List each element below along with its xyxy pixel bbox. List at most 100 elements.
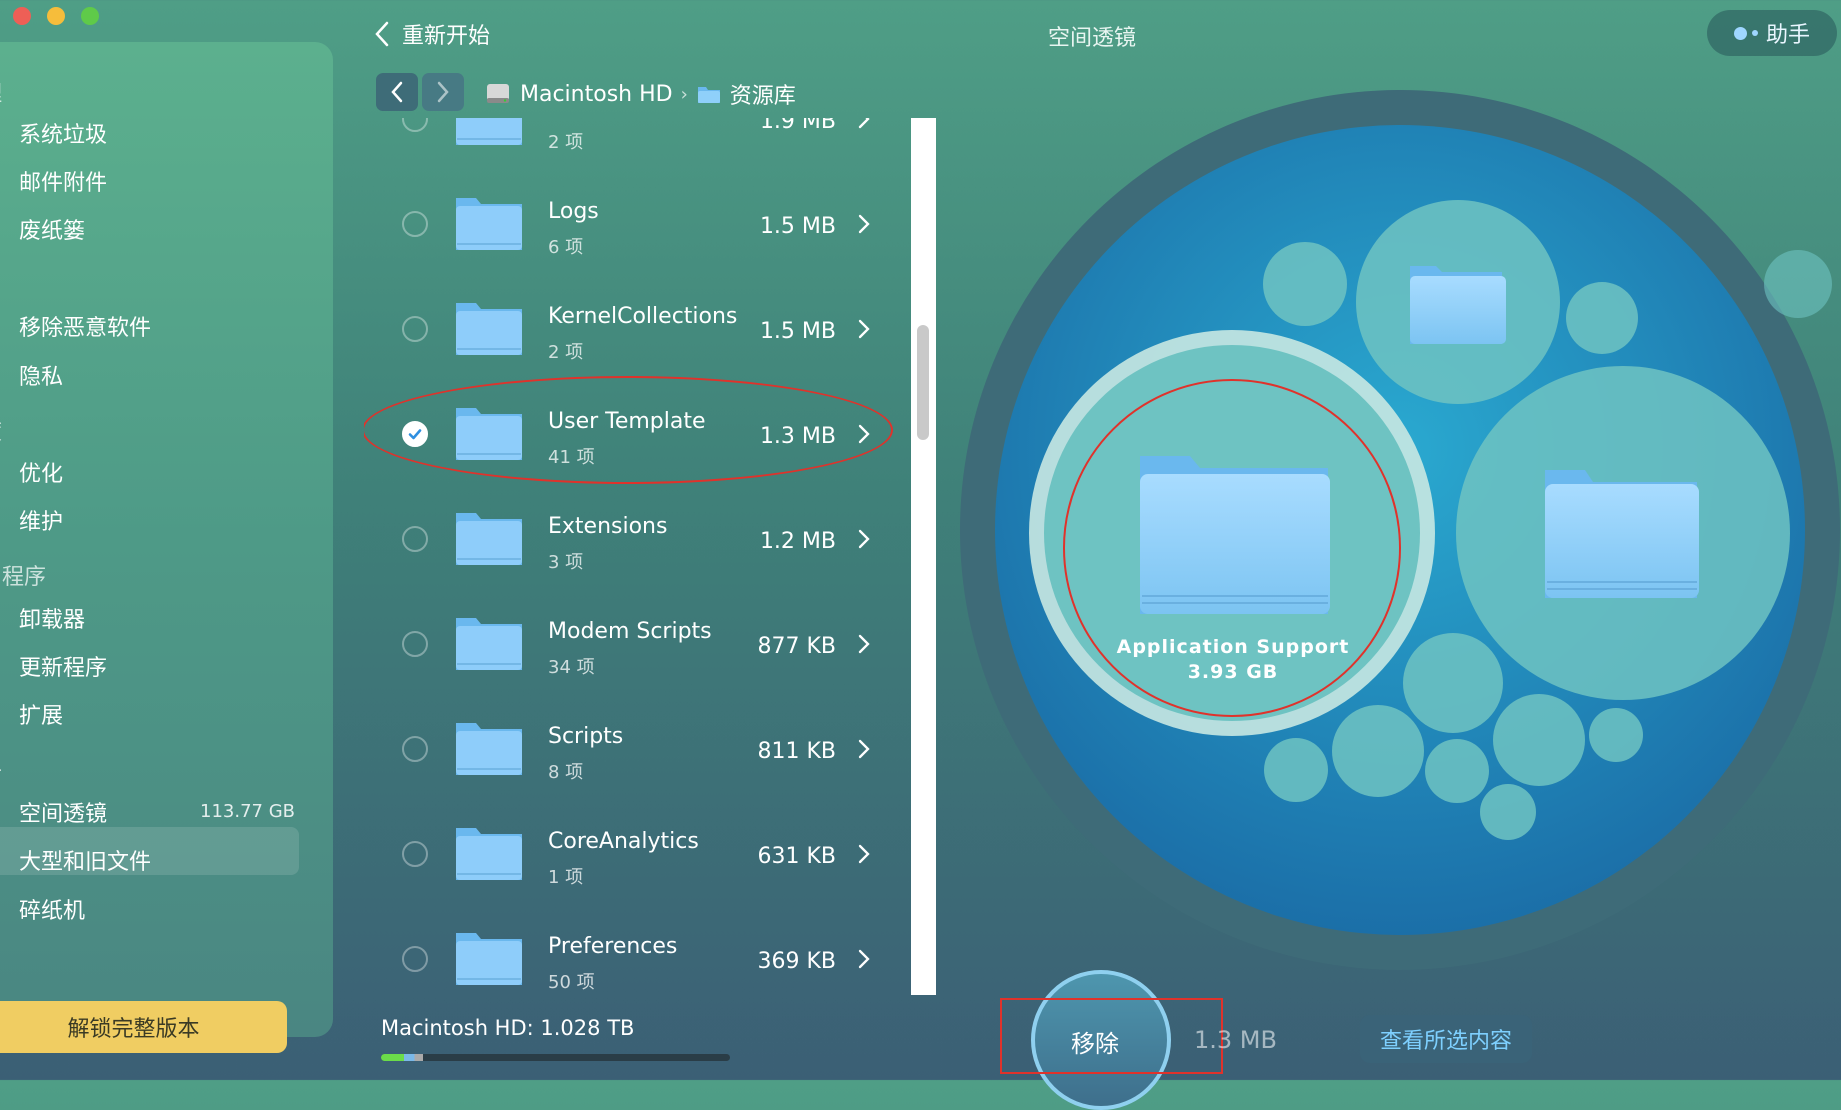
disk-usage-bar bbox=[381, 1054, 730, 1061]
item-count: 50 项 bbox=[548, 972, 595, 993]
file-name: CoreAnalytics bbox=[548, 829, 699, 854]
sidebar-item-trash[interactable]: 废纸篓 bbox=[19, 213, 85, 245]
folder-icon bbox=[1545, 470, 1699, 598]
select-checkbox[interactable] bbox=[402, 840, 428, 867]
assistant-label: 助手 bbox=[1765, 23, 1810, 48]
sidebar-section-header: 用程序 bbox=[0, 565, 47, 590]
nav-forward-button[interactable] bbox=[422, 73, 464, 111]
window-title: 空间透镜 bbox=[1048, 26, 1137, 51]
file-name: Extensions bbox=[548, 514, 668, 539]
file-row[interactable]: KernelCollections 2 项 1.5 MB bbox=[364, 276, 936, 381]
small-bubble[interactable] bbox=[1764, 250, 1832, 318]
chevron-left-icon bbox=[375, 21, 389, 47]
file-row[interactable]: CoreAnalytics 1 项 631 KB bbox=[364, 801, 936, 906]
item-count: 34 项 bbox=[548, 657, 595, 678]
small-bubble[interactable] bbox=[1566, 282, 1638, 354]
chevron-right-icon[interactable] bbox=[858, 319, 870, 343]
small-bubble[interactable] bbox=[1263, 242, 1347, 326]
sidebar-item-extensions[interactable]: 扩展 bbox=[19, 698, 63, 730]
folder-icon bbox=[454, 929, 524, 987]
item-count: 3 项 bbox=[548, 552, 584, 573]
sidebar-item-maintenance[interactable]: 维护 bbox=[19, 504, 63, 536]
sidebar-item-shredder[interactable]: 碎纸机 bbox=[19, 893, 85, 925]
chevron-right-icon[interactable] bbox=[858, 634, 870, 658]
breadcrumb-folder[interactable]: 资源库 bbox=[730, 78, 796, 110]
breadcrumb-disk[interactable]: Macintosh HD bbox=[520, 82, 673, 107]
small-bubble[interactable] bbox=[1425, 739, 1489, 803]
small-bubble[interactable] bbox=[1480, 784, 1536, 840]
file-size: 369 KB bbox=[757, 949, 836, 974]
chevron-right-icon[interactable] bbox=[858, 118, 870, 133]
folder-icon bbox=[454, 118, 524, 147]
application-support-size: 3.93 GB bbox=[1188, 661, 1279, 683]
chevron-right-icon[interactable] bbox=[858, 844, 870, 868]
chevron-right-icon[interactable] bbox=[858, 949, 870, 973]
file-row[interactable]: Scripts 8 项 811 KB bbox=[364, 696, 936, 801]
small-bubble[interactable] bbox=[1493, 694, 1585, 786]
start-over-label: 重新开始 bbox=[402, 24, 491, 49]
disk-usage-fill bbox=[381, 1054, 423, 1061]
file-size: 811 KB bbox=[757, 739, 836, 764]
folder-icon bbox=[454, 299, 524, 357]
sidebar-item-uninstaller[interactable]: 卸载器 bbox=[19, 602, 85, 634]
sidebar-item-space-lens[interactable]: 空间透镜 bbox=[19, 796, 107, 828]
folder-icon bbox=[454, 614, 524, 672]
select-checkbox[interactable] bbox=[402, 315, 428, 342]
file-size: 1.2 MB bbox=[759, 529, 836, 554]
file-size: 631 KB bbox=[757, 844, 836, 869]
hard-drive-icon bbox=[487, 84, 509, 103]
nav-back-button[interactable] bbox=[376, 73, 418, 111]
select-checkbox[interactable] bbox=[402, 525, 428, 552]
folder-icon bbox=[454, 194, 524, 252]
chevron-right-icon[interactable] bbox=[858, 214, 870, 238]
chevron-right-icon bbox=[437, 81, 449, 103]
annotation-box bbox=[1000, 998, 1223, 1074]
sidebar-section-header: 户 bbox=[0, 267, 2, 299]
item-count: 2 项 bbox=[548, 132, 584, 153]
minimize-window-button[interactable] bbox=[47, 7, 65, 25]
file-size: 1.5 MB bbox=[759, 214, 836, 239]
select-checkbox[interactable] bbox=[402, 630, 428, 657]
chevron-right-icon[interactable] bbox=[858, 739, 870, 763]
file-row[interactable]: Modem Scripts 34 项 877 KB bbox=[364, 591, 936, 696]
file-name: Preferences bbox=[548, 934, 678, 959]
breadcrumb-separator: › bbox=[680, 83, 688, 105]
small-bubble[interactable] bbox=[1403, 633, 1503, 733]
assistant-button[interactable]: 助手 bbox=[1707, 10, 1837, 56]
folder-icon bbox=[454, 719, 524, 777]
sidebar-item-large-old-files[interactable]: 大型和旧文件 bbox=[19, 844, 151, 876]
file-row[interactable]: Ruby 2 项 1.9 MB bbox=[364, 118, 936, 171]
sidebar-item-optimization[interactable]: 优化 bbox=[19, 456, 63, 488]
folder-icon bbox=[454, 824, 524, 882]
view-selected-button[interactable]: 查看所选内容 bbox=[1360, 1015, 1532, 1063]
small-bubble[interactable] bbox=[1589, 708, 1643, 762]
select-checkbox[interactable] bbox=[402, 945, 428, 972]
sidebar-item-privacy[interactable]: 隐私 bbox=[19, 359, 63, 391]
file-size: 1.5 MB bbox=[759, 319, 836, 344]
select-checkbox[interactable] bbox=[402, 735, 428, 762]
assistant-dots-icon bbox=[1733, 26, 1758, 40]
zoom-window-button[interactable] bbox=[81, 7, 99, 25]
file-row[interactable]: Preferences 50 项 369 KB bbox=[364, 906, 936, 995]
space-lens-size: 113.77 GB bbox=[200, 801, 296, 822]
start-over-button[interactable]: 重新开始 bbox=[374, 18, 490, 50]
sidebar-item-system-junk[interactable]: 系统垃圾 bbox=[19, 117, 107, 149]
folder-icon bbox=[454, 509, 524, 567]
sidebar-item-mail-attachments[interactable]: 邮件附件 bbox=[19, 165, 107, 197]
scrollbar-thumb[interactable] bbox=[917, 325, 929, 440]
select-checkbox[interactable] bbox=[402, 210, 428, 237]
file-name: Logs bbox=[548, 199, 599, 224]
chevron-left-icon bbox=[391, 81, 403, 103]
sidebar-item-updater[interactable]: 更新程序 bbox=[19, 650, 107, 682]
select-checkbox[interactable] bbox=[402, 118, 428, 132]
small-bubble[interactable] bbox=[1264, 738, 1328, 802]
sidebar-item-malware-removal[interactable]: 移除恶意软件 bbox=[19, 310, 151, 342]
close-window-button[interactable] bbox=[13, 7, 31, 25]
sidebar-section-header: 度 bbox=[0, 414, 2, 446]
unlock-full-version-button[interactable]: 解锁完整版本 bbox=[0, 1001, 287, 1053]
file-row[interactable]: Logs 6 项 1.5 MB bbox=[364, 171, 936, 276]
small-bubble[interactable] bbox=[1332, 705, 1424, 797]
file-row[interactable]: Extensions 3 项 1.2 MB bbox=[364, 486, 936, 591]
chevron-right-icon[interactable] bbox=[858, 529, 870, 553]
item-count: 1 项 bbox=[548, 867, 584, 888]
